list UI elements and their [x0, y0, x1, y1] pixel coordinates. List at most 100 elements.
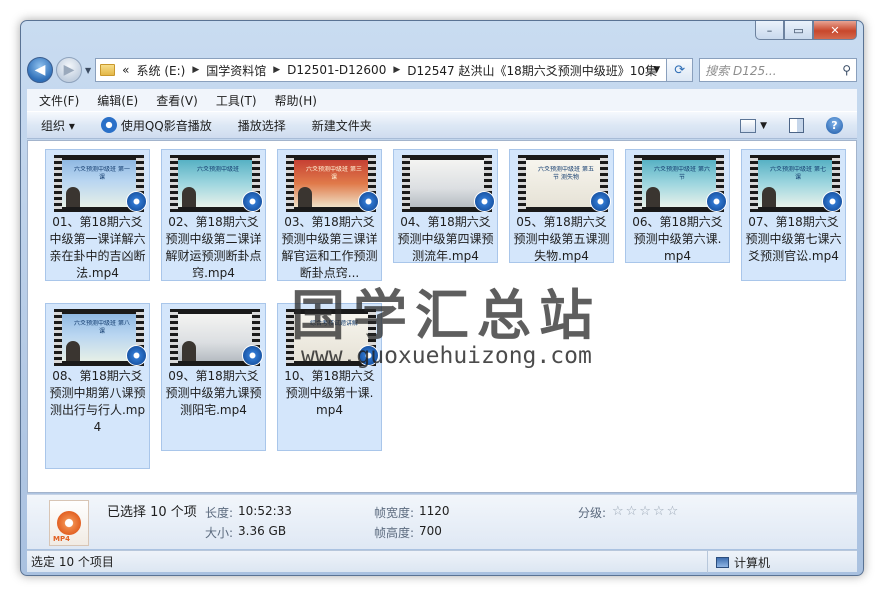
length-value: 10:52:33 [238, 504, 292, 518]
new-folder-label: 新建文件夹 [311, 118, 372, 133]
status-bar: 选定 10 个项目 计算机 [27, 550, 857, 573]
maximize-button[interactable]: ▭ [784, 21, 813, 40]
qq-player-badge-icon [822, 191, 843, 212]
play-qq-button[interactable]: 使用QQ影音播放 [100, 117, 212, 134]
file-tile[interactable]: 六爻预测中级班 第五节 测失物 05、第18期六爻预测中级第五课测失物.mp4 [509, 149, 614, 263]
refresh-button[interactable]: ⟳ [667, 58, 694, 82]
thumb-slide-text: 综合考核试题讲解 [309, 320, 358, 327]
thumb-slide-text: 六爻预测中级班 第六节 [654, 166, 710, 181]
caption-buttons: – ▭ ✕ [755, 21, 857, 40]
menu-help[interactable]: 帮助(H) [275, 92, 317, 109]
file-tile[interactable]: 六爻预测中级班 第三课 03、第18期六爻预测中级第三课详解官运和工作预测断卦点… [277, 149, 382, 281]
qq-player-icon [100, 117, 117, 133]
file-name: 02、第18期六爻预测中级第二课详解财运预测断卦点窍.mp4 [165, 215, 262, 280]
close-button[interactable]: ✕ [813, 21, 857, 40]
file-tile[interactable]: 09、第18期六爻预测中级第九课预测阳宅.mp4 [161, 303, 266, 451]
qq-player-badge-icon [242, 191, 263, 212]
view-controls: ▼ ? [740, 117, 843, 134]
folder-icon [100, 64, 116, 76]
qq-player-badge-icon [590, 191, 611, 212]
qq-player-badge-icon [126, 345, 147, 366]
thumb-slide-text: 六爻预测中级班 第三课 [306, 166, 362, 181]
qq-player-badge-icon [474, 191, 495, 212]
file-tile[interactable]: 六爻预测中级班 第八课 08、第18期六爻预测中期第八课预测出行与行人.mp4 [45, 303, 150, 469]
file-name: 04、第18期六爻预测中级第四课预测流年.mp4 [397, 215, 494, 263]
file-tile[interactable]: 六爻预测中级班 第六节 06、第18期六爻预测中级第六课.mp4 [625, 149, 730, 263]
chevron-down-icon[interactable]: ▼ [760, 121, 767, 131]
play-qq-label: 使用QQ影音播放 [120, 118, 212, 133]
search-input[interactable]: 搜索 D125... ⚲ [699, 58, 857, 82]
breadcrumb-overflow[interactable]: « [122, 63, 129, 77]
file-name: 01、第18期六爻中级第一课详解六亲在卦中的吉凶断法.mp4 [49, 215, 146, 280]
file-tile[interactable]: 综合考核试题讲解 10、第18期六爻预测中级第十课.mp4 [277, 303, 382, 451]
thumb-slide-text [190, 320, 246, 344]
play-selected-label: 播放选择 [237, 118, 286, 133]
thumb-slide-text [422, 166, 478, 190]
file-name: 10、第18期六爻预测中级第十课.mp4 [284, 369, 375, 417]
file-name: 07、第18期六爻预测中级第七课六爻预测官讼.mp4 [745, 215, 842, 263]
qq-player-badge-icon [126, 191, 147, 212]
help-icon[interactable]: ? [826, 117, 843, 134]
file-list[interactable]: 六爻预测中级班 第一课 01、第18期六爻中级第一课详解六亲在卦中的吉凶断法.m… [27, 140, 857, 493]
size-label: 大小: [205, 526, 234, 540]
address-dropdown-icon[interactable]: ▼ [653, 65, 660, 75]
file-extension: MP4 [53, 535, 70, 543]
frame-height-label: 帧高度: [374, 526, 415, 540]
thumb-slide-text: 六爻预测中级班 第七课 [770, 166, 826, 181]
frame-width-label: 帧宽度: [374, 506, 415, 520]
search-placeholder: 搜索 D125... [705, 63, 777, 78]
file-tile[interactable]: 六爻预测中级班 第一课 01、第18期六爻中级第一课详解六亲在卦中的吉凶断法.m… [45, 149, 150, 281]
status-zone: 计算机 [707, 551, 770, 573]
menu-edit[interactable]: 编辑(E) [97, 92, 138, 109]
qq-player-badge-icon [358, 191, 379, 212]
thumb-slide-text: 六爻预测中级班 第八课 [74, 320, 130, 335]
thumb-slide-text: 六爻预测中级班 第一课 [74, 166, 130, 181]
menu-tools[interactable]: 工具(T) [216, 92, 257, 109]
file-tile[interactable]: 六爻预测中级班 第七课 07、第18期六爻预测中级第七课六爻预测官讼.mp4 [741, 149, 846, 281]
new-folder-button[interactable]: 新建文件夹 [312, 117, 372, 134]
menu-view[interactable]: 查看(V) [156, 92, 198, 109]
preview-pane-icon[interactable] [789, 118, 804, 133]
qq-player-badge-icon [706, 191, 727, 212]
frame-width-value: 1120 [419, 504, 450, 518]
length-label: 长度: [205, 506, 234, 520]
search-icon[interactable]: ⚲ [842, 63, 851, 77]
thumb-slide-text: 六爻预测中级班 第五节 测失物 [538, 166, 594, 181]
rating-stars[interactable]: ☆☆☆☆☆ [612, 504, 680, 519]
organize-label: 组织 ▾ [41, 118, 75, 133]
qq-player-badge-icon [242, 345, 263, 366]
video-disc-icon [57, 511, 81, 535]
file-tile[interactable]: 六爻预测中级班 02、第18期六爻预测中级第二课详解财运预测断卦点窍.mp4 [161, 149, 266, 281]
watermark-url: www.guoxuehuizong.com [301, 343, 592, 369]
rating-label: 分级: [578, 506, 607, 520]
chevron-right-icon[interactable]: ▶ [192, 65, 199, 75]
thumb-slide-text: 六爻预测中级班 [196, 166, 239, 173]
file-tile[interactable]: 04、第18期六爻预测中级第四课预测流年.mp4 [393, 149, 498, 263]
recent-pages-dropdown[interactable]: ▼ [85, 66, 91, 75]
breadcrumb-folder-1[interactable]: 国学资料馆 [206, 62, 266, 79]
breadcrumb-drive[interactable]: 系统 (E:) [137, 62, 186, 79]
status-computer-text: 计算机 [734, 555, 771, 570]
details-pane: MP4 已选择 10 个项 长度: 10:52:33 大小: 3.36 GB 帧… [27, 494, 857, 549]
selection-count: 已选择 10 个项 [107, 505, 197, 520]
back-button[interactable]: ◀ [27, 57, 53, 83]
play-selected-button[interactable]: 播放选择 [238, 117, 286, 134]
breadcrumb-folder-3[interactable]: D12547 赵洪山《18期六爻预测中级班》10集 [407, 62, 657, 79]
explorer-window: – ▭ ✕ ◀ ▶ ▼ « 系统 (E:) ▶ 国学资料馆 ▶ D12501-D… [20, 20, 864, 576]
change-view-icon[interactable] [740, 118, 757, 133]
computer-icon [716, 556, 729, 568]
menu-file[interactable]: 文件(F) [39, 92, 79, 109]
breadcrumb-folder-2[interactable]: D12501-D12600 [287, 63, 386, 77]
organize-button[interactable]: 组织 ▾ [41, 117, 75, 134]
chevron-right-icon[interactable]: ▶ [393, 65, 400, 75]
frame-height-value: 700 [419, 524, 442, 538]
minimize-button[interactable]: – [755, 21, 784, 40]
forward-button[interactable]: ▶ [56, 57, 82, 83]
file-name: 03、第18期六爻预测中级第三课详解官运和工作预测断卦点窍... [281, 215, 378, 280]
address-row: ◀ ▶ ▼ « 系统 (E:) ▶ 国学资料馆 ▶ D12501-D12600 … [27, 55, 857, 85]
file-name: 09、第18期六爻预测中级第九课预测阳宅.mp4 [165, 369, 262, 417]
chevron-right-icon[interactable]: ▶ [273, 65, 280, 75]
address-bar[interactable]: « 系统 (E:) ▶ 国学资料馆 ▶ D12501-D12600 ▶ D125… [95, 58, 668, 82]
mp4-file-icon: MP4 [49, 500, 89, 546]
file-name: 05、第18期六爻预测中级第五课测失物.mp4 [513, 215, 610, 263]
